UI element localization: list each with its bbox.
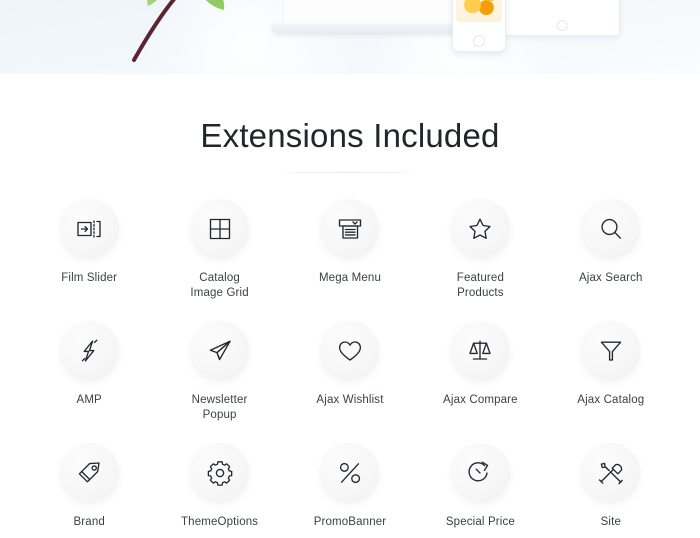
- film-slider-icon: [77, 220, 101, 238]
- extension-label: Ajax Search: [578, 272, 643, 285]
- extension-label: Special Price: [445, 516, 515, 529]
- phone-mockup: [452, 0, 506, 52]
- extension-icon-wrapper: [190, 321, 250, 381]
- extension-item-featured-products[interactable]: Featured Products: [415, 199, 545, 301]
- extension-icon-wrapper: [190, 199, 250, 259]
- extension-label: Newsletter Popup: [191, 394, 248, 422]
- lightning-bolt-icon: [82, 339, 98, 362]
- tablet-mockup: [504, 0, 620, 36]
- phone-home-button: [473, 35, 485, 47]
- mint-sprig-image: [132, 0, 225, 62]
- extension-item-brand[interactable]: Brand: [24, 443, 154, 530]
- extension-icon-wrapper: [581, 199, 641, 259]
- gear-icon: [207, 460, 232, 486]
- extension-label: Ajax Wishlist: [316, 394, 384, 407]
- extension-icon-wrapper: [320, 443, 380, 503]
- extension-item-ajax-catalog[interactable]: Ajax Catalog: [546, 321, 676, 423]
- extension-label: Site: [600, 516, 621, 529]
- extension-label: ThemeOptions: [180, 516, 259, 529]
- star-icon: [469, 218, 492, 239]
- extension-item-themeoptions[interactable]: ThemeOptions: [154, 443, 284, 530]
- extension-icon-wrapper: [190, 443, 250, 503]
- laptop-base: [272, 24, 472, 33]
- extension-icon-wrapper: [320, 199, 380, 259]
- mega-menu-icon: [338, 219, 362, 239]
- grid-icon: [209, 218, 230, 239]
- phone-food-photo: [456, 0, 502, 22]
- extension-item-site[interactable]: Site: [546, 443, 676, 530]
- hammer-wrench-icon: [598, 462, 623, 485]
- laptop-mockup: [272, 0, 472, 52]
- extensions-section: Extensions Included Film Slider Catalog …: [0, 74, 700, 531]
- extension-icon-wrapper: [320, 321, 380, 381]
- laptop-screen: [284, 0, 460, 26]
- heart-icon: [338, 341, 362, 361]
- title-divider: [280, 172, 420, 174]
- extension-icon-wrapper: [581, 321, 641, 381]
- balance-scale-icon: [469, 340, 492, 360]
- extension-label: Film Slider: [61, 272, 118, 285]
- extension-icon-wrapper: [59, 321, 119, 381]
- extension-item-special-price[interactable]: Special Price: [415, 443, 545, 530]
- device-mockups: [452, 0, 620, 52]
- search-icon: [601, 218, 621, 239]
- hero-banner: [0, 0, 700, 74]
- stopwatch-icon: [468, 461, 489, 482]
- extension-icon-wrapper: [581, 443, 641, 503]
- extension-item-film-slider[interactable]: Film Slider: [24, 199, 154, 301]
- extension-item-promobanner[interactable]: PromoBanner: [285, 443, 415, 530]
- extension-item-amp[interactable]: AMP: [24, 321, 154, 423]
- funnel-icon: [600, 341, 622, 361]
- extension-icon-wrapper: [450, 199, 510, 259]
- extension-item-ajax-search[interactable]: Ajax Search: [546, 199, 676, 301]
- extension-label: Mega Menu: [318, 272, 382, 285]
- extension-label: Catalog Image Grid: [190, 272, 249, 300]
- extension-icon-wrapper: [450, 321, 510, 381]
- extension-item-mega-menu[interactable]: Mega Menu: [285, 199, 415, 301]
- extension-item-ajax-compare[interactable]: Ajax Compare: [415, 321, 545, 423]
- extension-icon-wrapper: [59, 199, 119, 259]
- extension-label: Ajax Catalog: [577, 394, 645, 407]
- percent-icon: [339, 462, 361, 483]
- paper-plane-icon: [209, 340, 231, 360]
- extension-item-ajax-wishlist[interactable]: Ajax Wishlist: [285, 321, 415, 423]
- page-title: Extensions Included: [200, 117, 500, 154]
- extension-label: AMP: [76, 394, 102, 407]
- price-tag-icon: [78, 462, 100, 483]
- tablet-home-button: [556, 20, 568, 31]
- extension-item-catalog-image-grid[interactable]: Catalog Image Grid: [154, 199, 284, 301]
- extensions-grid: Film Slider Catalog Image Grid Mega Menu…: [0, 199, 700, 530]
- extension-icon-wrapper: [450, 443, 510, 503]
- extension-item-newsletter-popup[interactable]: Newsletter Popup: [154, 321, 284, 423]
- extension-icon-wrapper: [59, 443, 119, 503]
- extension-label: Brand: [73, 516, 105, 529]
- extension-label: Ajax Compare: [443, 394, 518, 407]
- extension-label: Featured Products: [456, 272, 504, 300]
- extension-label: PromoBanner: [313, 516, 387, 529]
